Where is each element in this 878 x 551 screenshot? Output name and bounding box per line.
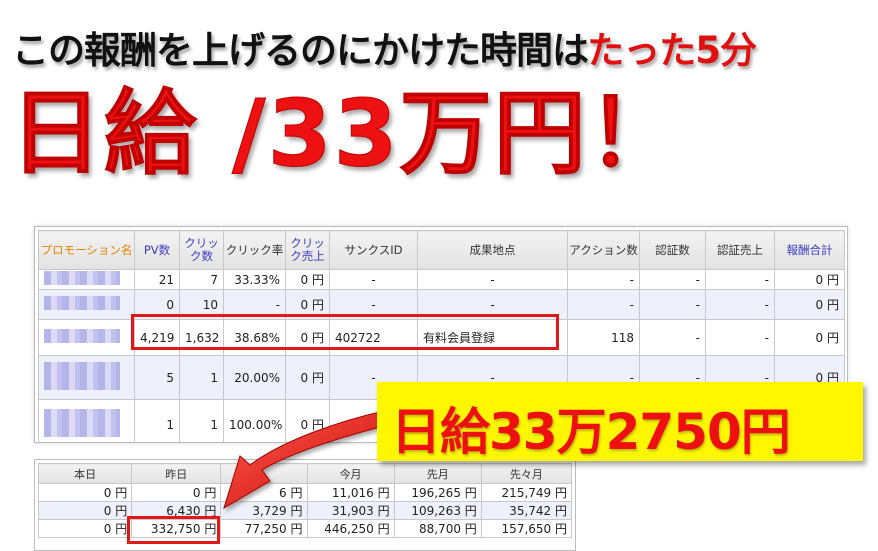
daily-earnings-banner: 日給33万2750円	[377, 382, 863, 461]
banner-text: 日給33万2750円	[391, 403, 791, 461]
